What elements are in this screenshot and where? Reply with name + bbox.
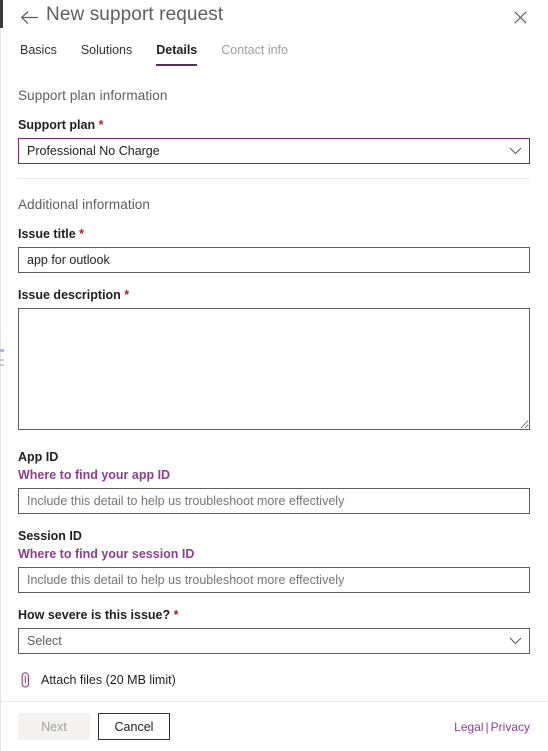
support-plan-label: Support plan * [18,117,530,133]
issue-title-label: Issue title * [18,226,530,242]
back-arrow-icon[interactable] [18,6,40,28]
severity-select[interactable]: Select [18,628,530,654]
tab-solutions[interactable]: Solutions [81,42,146,66]
privacy-link[interactable]: Privacy [491,720,530,734]
support-plan-label-text: Support plan [18,118,96,132]
issue-description-label-text: Issue description [18,288,121,302]
section-divider [18,178,530,179]
legal-link[interactable]: Legal [454,720,483,734]
app-id-label: App ID [18,450,59,464]
tab-contact-info[interactable]: Contact info [221,42,302,66]
session-id-help-link[interactable]: Where to find your session ID [18,546,530,562]
issue-description-label: Issue description * [18,287,530,303]
tab-bar: Basics Solutions Details Contact info [0,42,548,70]
issue-title-input[interactable] [18,247,530,273]
legal-separator: | [485,719,489,734]
issue-description-textarea[interactable] [18,308,530,430]
paperclip-icon [18,672,32,688]
severity-value: Select [27,634,62,648]
support-plan-select-wrap: Professional No Charge [18,138,530,164]
required-asterisk: * [98,118,104,132]
panel-footer: Next Cancel Legal | Privacy [0,701,548,751]
required-asterisk: * [79,227,85,241]
next-button[interactable]: Next [18,713,90,740]
support-plan-select[interactable]: Professional No Charge [18,138,530,164]
field-issue-title: Issue title * [18,226,530,273]
app-id-input[interactable] [18,488,530,514]
support-plan-value: Professional No Charge [27,144,160,158]
app-id-help-link[interactable]: Where to find your app ID [18,467,530,483]
required-asterisk: * [124,288,130,302]
tab-basics[interactable]: Basics [20,42,71,66]
field-issue-description: Issue description * [18,287,530,435]
field-support-plan: Support plan * Professional No Charge [18,117,530,164]
additional-information-section-heading: Additional information [18,197,151,212]
field-session-id: Session ID Where to find your session ID [18,528,530,593]
severity-label: How severe is this issue? * [18,607,530,623]
tab-details[interactable]: Details [156,42,211,66]
attach-files-label: Attach files (20 MB limit) [41,673,176,687]
session-id-label: Session ID [18,529,82,543]
close-icon[interactable] [510,7,530,27]
field-severity: How severe is this issue? * Select [18,607,530,654]
support-request-panel: New support request Basics Solutions Det… [0,0,548,751]
panel-header: New support request [0,0,548,38]
cancel-button[interactable]: Cancel [98,713,170,740]
field-app-id: App ID Where to find your app ID [18,449,530,514]
page-title: New support request [46,4,224,25]
severity-label-text: How severe is this issue? [18,608,171,622]
required-asterisk: * [173,608,179,622]
form-content: Support plan information Support plan * … [0,70,548,701]
attach-files-button[interactable]: Attach files (20 MB limit) [18,672,530,688]
legal-links: Legal | Privacy [454,720,530,734]
session-id-input[interactable] [18,567,530,593]
issue-title-label-text: Issue title [18,227,76,241]
support-plan-section-heading: Support plan information [18,88,168,103]
severity-select-wrap: Select [18,628,530,654]
